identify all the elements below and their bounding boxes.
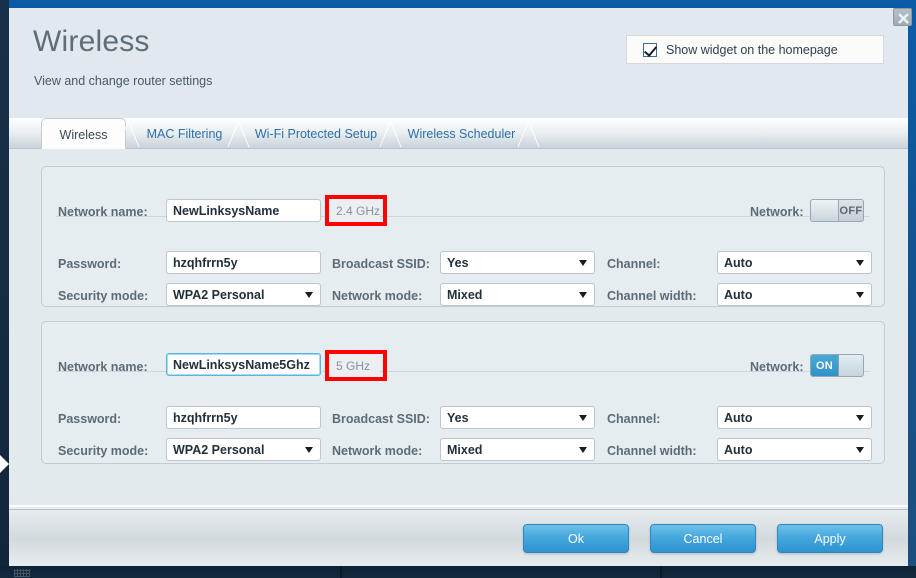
chevron-down-icon (856, 259, 864, 266)
toggle-knob (811, 200, 839, 221)
network-mode-select[interactable]: Mixed (440, 438, 595, 461)
apply-button[interactable]: Apply (777, 524, 883, 553)
channel-width-select[interactable]: Auto (717, 438, 872, 461)
window-right-edge (908, 0, 916, 566)
window-title-bar (9, 0, 916, 8)
channel-width-select[interactable]: Auto (717, 283, 872, 306)
chevron-down-icon (856, 446, 864, 453)
broadcast-ssid-value: Yes (447, 410, 469, 425)
show-widget-checkbox-row[interactable]: Show widget on the homepage (626, 35, 884, 64)
ok-button[interactable]: Ok (523, 524, 629, 553)
network-name-label: Network name: (58, 205, 148, 219)
tab-bar: Wireless MAC Filtering Wi-Fi Protected S… (9, 118, 908, 150)
footer-divider (9, 509, 908, 510)
security-mode-select[interactable]: WPA2 Personal (166, 283, 321, 306)
channel-label: Channel: (607, 257, 661, 271)
network-toggle-label: Network: (750, 205, 804, 219)
page-header: Wireless View and change router settings… (9, 8, 908, 118)
chevron-down-icon (856, 414, 864, 421)
password-input[interactable] (166, 406, 321, 429)
security-mode-label: Security mode: (58, 444, 149, 458)
toggle-knob (839, 355, 863, 376)
security-mode-label: Security mode: (58, 289, 149, 303)
taskbar-divider (660, 566, 662, 578)
chevron-down-icon (305, 446, 313, 453)
channel-width-value: Auto (724, 287, 753, 302)
chevron-down-icon (579, 291, 587, 298)
tab-mac-filtering[interactable]: MAC Filtering (133, 118, 236, 149)
broadcast-ssid-value: Yes (447, 255, 469, 270)
wireless-settings-window: Wireless View and change router settings… (9, 0, 916, 566)
password-input[interactable] (166, 251, 321, 274)
broadcast-ssid-select[interactable]: Yes (440, 251, 595, 274)
page-title: Wireless (33, 25, 150, 58)
band-label-5ghz: 5 GHz (328, 354, 380, 377)
broadcast-ssid-label: Broadcast SSID: (332, 412, 430, 426)
show-widget-checkbox-label: Show widget on the homepage (666, 42, 838, 57)
channel-value: Auto (724, 255, 753, 270)
page-subtitle: View and change router settings (34, 74, 213, 88)
channel-select[interactable]: Auto (717, 406, 872, 429)
channel-value: Auto (724, 410, 753, 425)
network-toggle-label: Network: (750, 360, 804, 374)
channel-select[interactable]: Auto (717, 251, 872, 274)
network-panel-24ghz: Network name: 2.4 GHz Network: OFF Passw… (41, 166, 885, 307)
chevron-down-icon (856, 291, 864, 298)
channel-label: Channel: (607, 412, 661, 426)
toggle-state-label: ON (811, 355, 839, 376)
chevron-down-icon (305, 291, 313, 298)
security-mode-value: WPA2 Personal (173, 287, 265, 302)
tab-wireless[interactable]: Wireless (41, 118, 126, 150)
network-mode-select[interactable]: Mixed (440, 283, 595, 306)
password-label: Password: (58, 412, 122, 426)
network-toggle-5ghz[interactable]: ON (810, 354, 864, 377)
network-toggle-24ghz[interactable]: OFF (810, 199, 864, 222)
network-name-input[interactable] (166, 353, 321, 376)
tab-wifi-protected-setup[interactable]: Wi-Fi Protected Setup (242, 118, 390, 149)
security-mode-select[interactable]: WPA2 Personal (166, 438, 321, 461)
toggle-state-label: OFF (839, 204, 863, 217)
desktop-left-edge (0, 0, 9, 578)
taskbar-grip-icon (14, 569, 30, 577)
taskbar (0, 566, 916, 578)
cancel-button[interactable]: Cancel (650, 524, 756, 553)
show-widget-checkbox[interactable] (643, 42, 657, 57)
security-mode-value: WPA2 Personal (173, 442, 265, 457)
channel-width-label: Channel width: (607, 289, 697, 303)
network-mode-label: Network mode: (332, 289, 423, 303)
tab-label: Wireless Scheduler (407, 126, 516, 141)
band-label-24ghz: 2.4 GHz (328, 199, 380, 222)
chevron-down-icon (579, 446, 587, 453)
tab-label: MAC Filtering (146, 126, 223, 141)
taskbar-divider (340, 566, 342, 578)
tab-label: Wi-Fi Protected Setup (254, 126, 378, 141)
chevron-down-icon (579, 259, 587, 266)
network-name-input[interactable] (166, 199, 321, 222)
dialog-footer: Ok Cancel Apply (9, 505, 908, 566)
broadcast-ssid-select[interactable]: Yes (440, 406, 595, 429)
network-mode-value: Mixed (447, 287, 483, 302)
tab-label: Wireless (59, 127, 108, 142)
chevron-down-icon (579, 414, 587, 421)
password-label: Password: (58, 257, 122, 271)
network-panel-5ghz: Network name: 5 GHz Network: ON Password… (41, 321, 885, 464)
channel-width-value: Auto (724, 442, 753, 457)
network-name-label: Network name: (58, 360, 148, 374)
network-mode-value: Mixed (447, 442, 483, 457)
broadcast-ssid-label: Broadcast SSID: (332, 257, 430, 271)
mouse-cursor (0, 455, 9, 473)
close-icon[interactable] (893, 8, 912, 26)
channel-width-label: Channel width: (607, 444, 697, 458)
network-mode-label: Network mode: (332, 444, 423, 458)
tab-wireless-scheduler[interactable]: Wireless Scheduler (395, 118, 528, 149)
settings-content: Network name: 2.4 GHz Network: OFF Passw… (9, 149, 908, 505)
